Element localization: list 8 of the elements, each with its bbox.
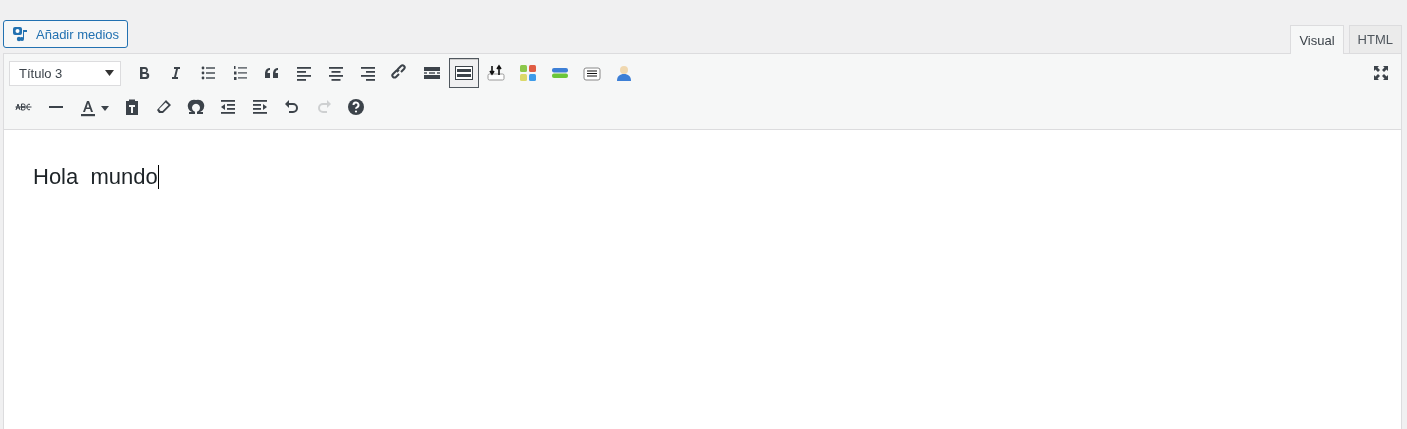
editor-tab[interactable]: Visual bbox=[1290, 25, 1344, 54]
add-media-button[interactable]: Añadir medios bbox=[3, 20, 129, 48]
editor-tab[interactable]: HTML bbox=[1348, 25, 1402, 53]
editor-text[interactable]: Hola mundo bbox=[33, 164, 159, 190]
dropdown-icon bbox=[105, 70, 114, 76]
format-select[interactable]: Título 3 bbox=[9, 60, 121, 86]
media-icon bbox=[12, 25, 30, 43]
keyboard-icon[interactable] bbox=[449, 58, 479, 88]
